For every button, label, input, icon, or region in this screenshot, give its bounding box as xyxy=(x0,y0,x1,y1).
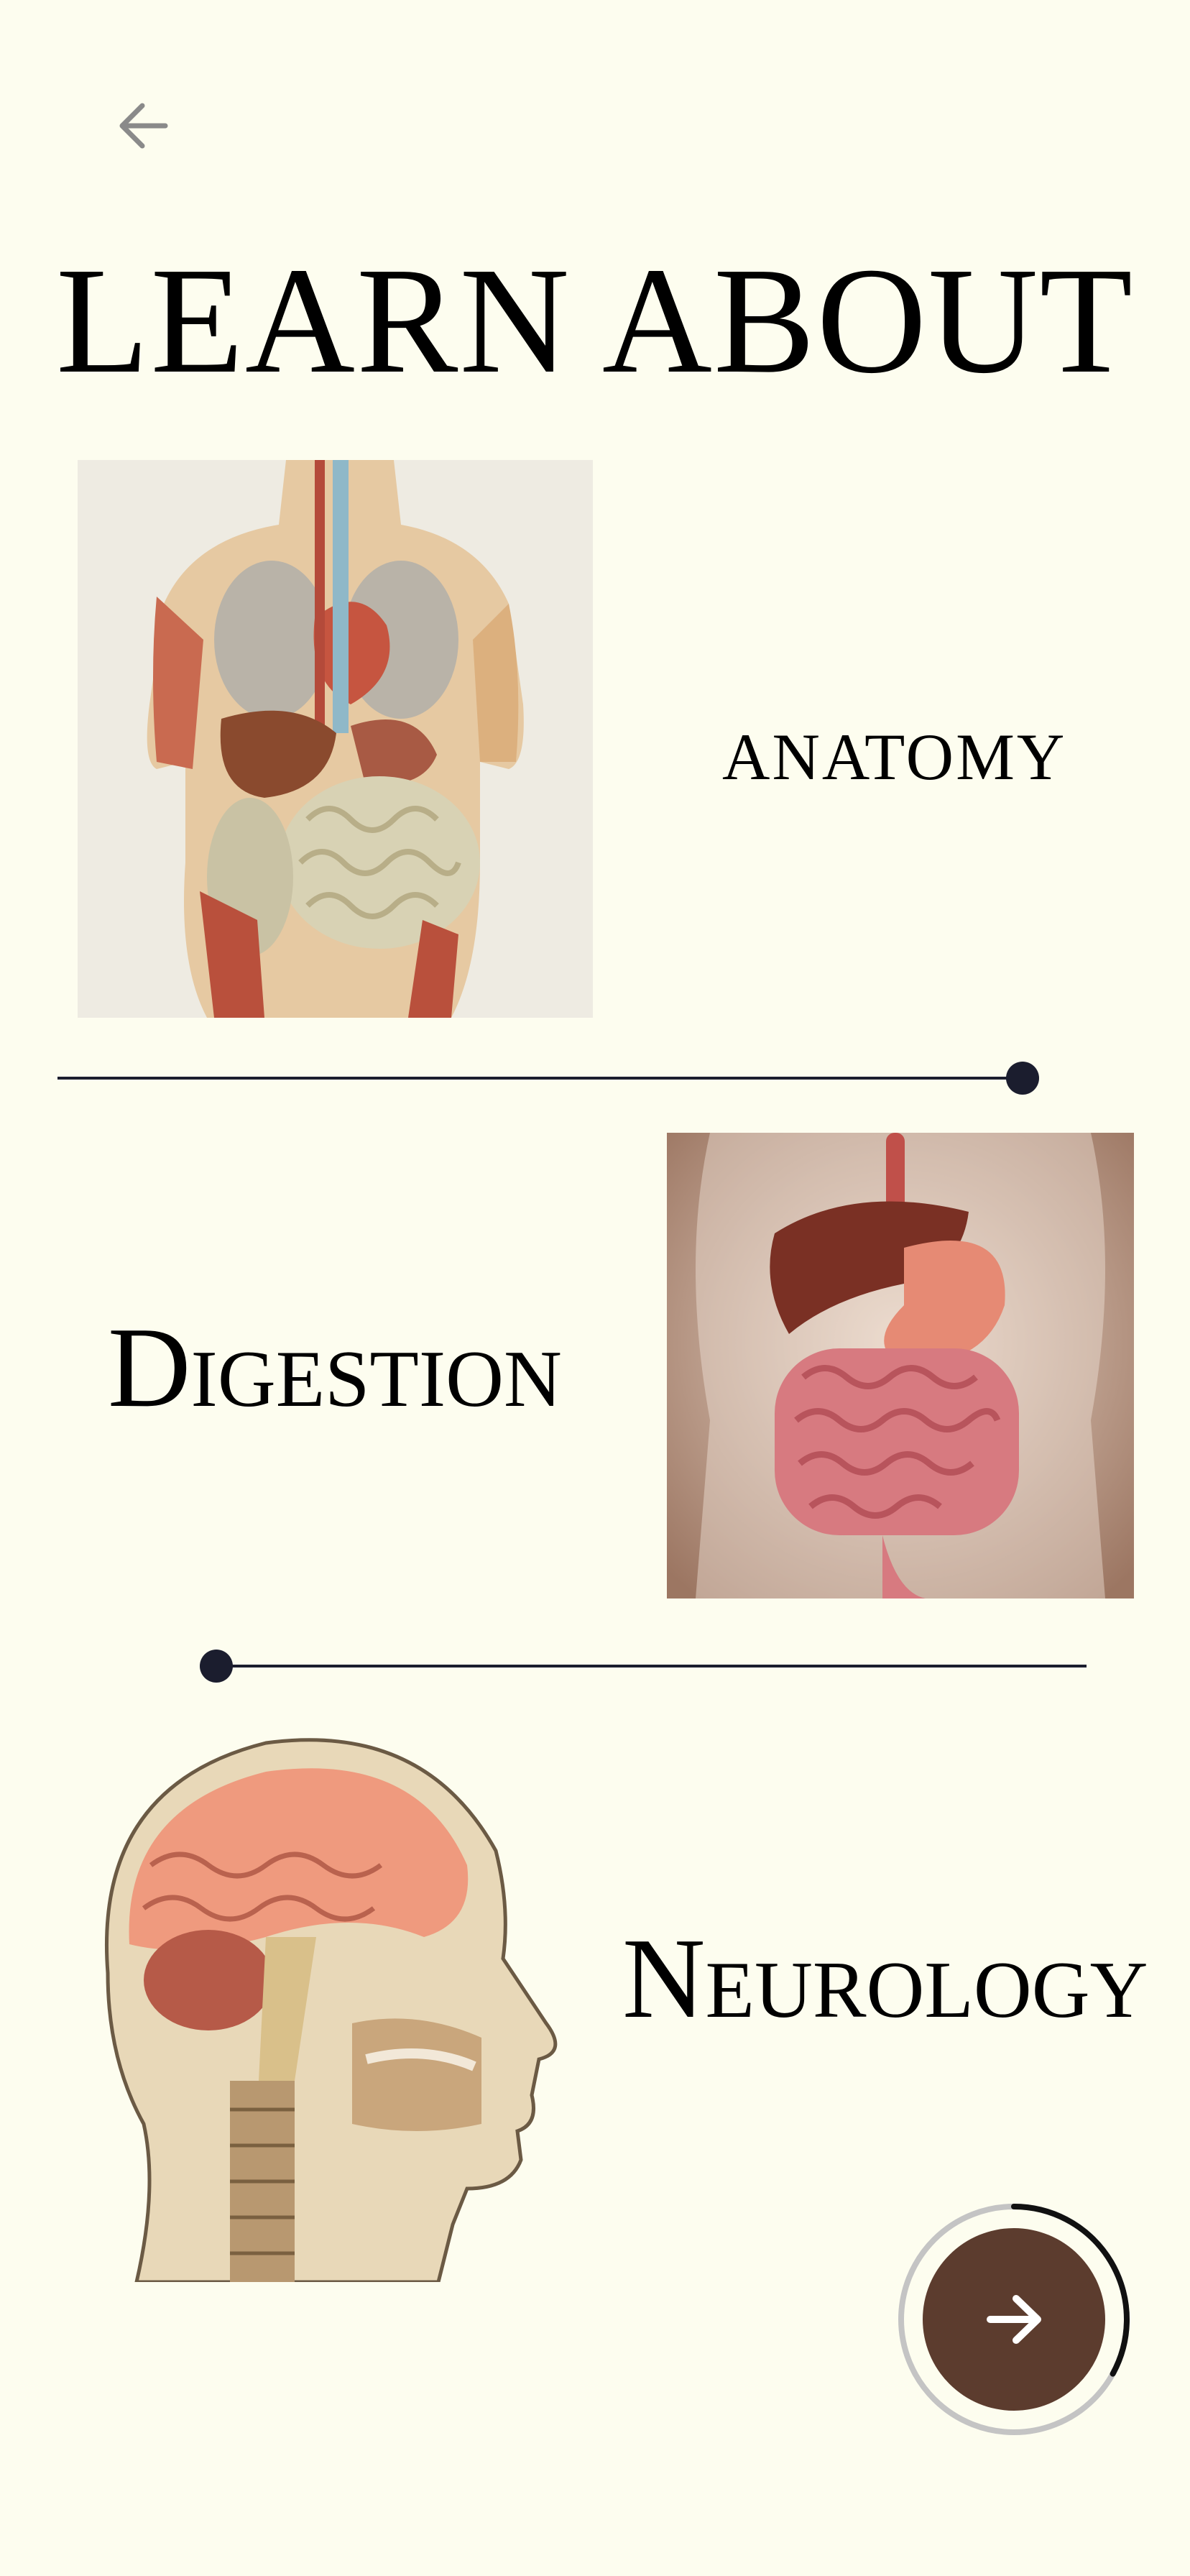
neurology-image[interactable] xyxy=(79,1721,575,2282)
topic-anatomy[interactable]: ANATOMY xyxy=(722,719,1066,795)
digestion-image[interactable] xyxy=(667,1133,1134,1598)
arrow-right-icon xyxy=(987,2295,1041,2344)
anatomy-image[interactable] xyxy=(78,460,593,1018)
topic-neurology[interactable]: Neurology xyxy=(622,1912,1148,2045)
page-title: LEARN ABOUT xyxy=(55,236,1135,405)
divider-dot xyxy=(1006,1062,1039,1095)
learn-about-screen: LEARN ABOUT ANATOMY Digestion Neurology xyxy=(0,0,1190,2576)
topic-digestion[interactable]: Digestion xyxy=(108,1301,562,1434)
arrow-left-icon xyxy=(119,103,168,149)
next-button[interactable] xyxy=(923,2228,1105,2411)
divider xyxy=(57,1077,1020,1080)
back-button[interactable] xyxy=(108,93,180,158)
divider xyxy=(216,1665,1087,1668)
